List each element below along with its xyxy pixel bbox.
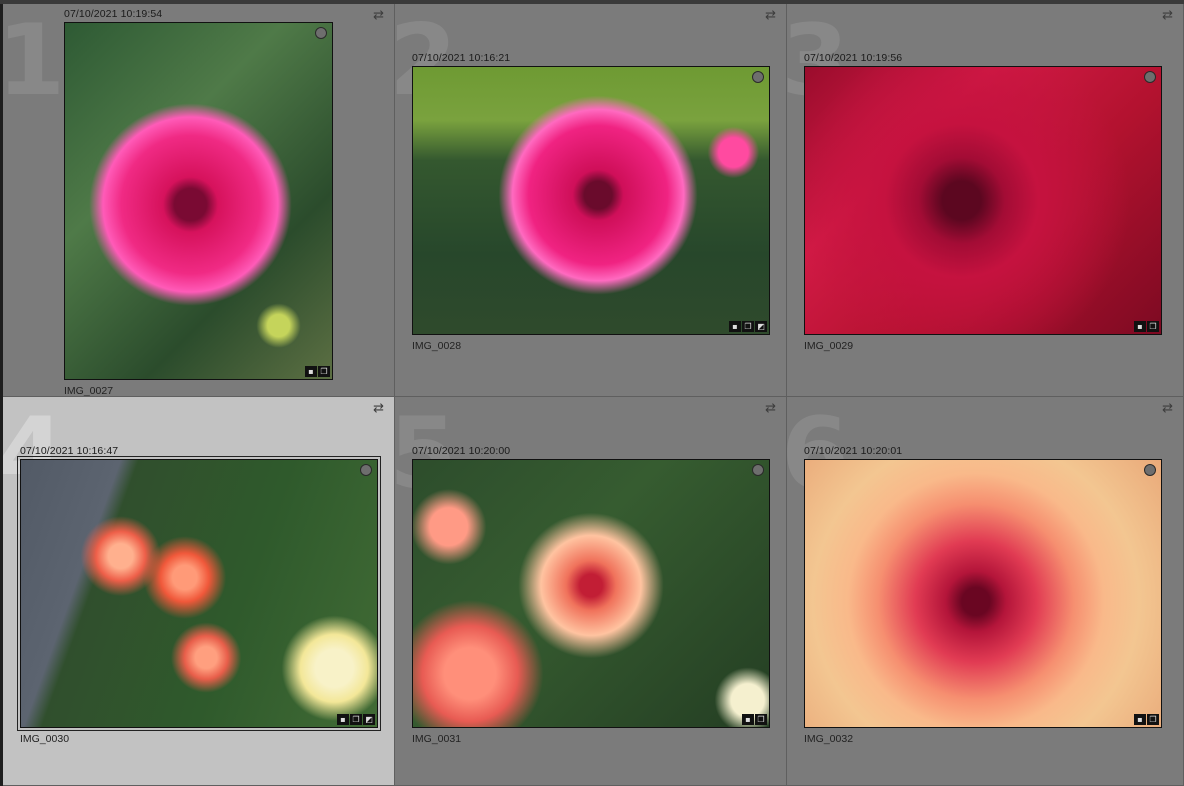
capture-timestamp: 07/10/2021 10:20:00 [412, 445, 511, 457]
capture-timestamp: 07/10/2021 10:19:54 [64, 8, 163, 20]
thumbnail-badges: ▪ ❐ [1134, 714, 1159, 725]
flag-badge-icon[interactable] [1144, 71, 1156, 83]
comment-icon[interactable]: ▪ [305, 366, 317, 377]
edited-icon[interactable]: ◩ [363, 714, 375, 725]
capture-timestamp: 07/10/2021 10:19:56 [804, 52, 903, 64]
comment-icon[interactable]: ▪ [1134, 321, 1146, 332]
stack-icon[interactable]: ❐ [318, 366, 330, 377]
file-name: IMG_0027 [64, 385, 114, 397]
file-name: IMG_0032 [804, 733, 854, 745]
photo-grid: 1 ⇄ 07/10/2021 10:19:54 ▪ ❐ IMG_0027 2 ⇄… [0, 0, 1184, 786]
capture-timestamp: 07/10/2021 10:20:01 [804, 445, 903, 457]
thumbnail-badges: ▪ ❐ [1134, 321, 1159, 332]
rotate-icon[interactable]: ⇄ [1162, 401, 1173, 416]
flag-badge-icon[interactable] [752, 71, 764, 83]
file-name: IMG_0029 [804, 340, 854, 352]
stack-icon[interactable]: ❐ [742, 321, 754, 332]
grid-cell[interactable]: 1 ⇄ 07/10/2021 10:19:54 ▪ ❐ IMG_0027 [3, 4, 395, 397]
comment-icon[interactable]: ▪ [742, 714, 754, 725]
flag-badge-icon[interactable] [752, 464, 764, 476]
stack-icon[interactable]: ❐ [755, 714, 767, 725]
flag-badge-icon[interactable] [315, 27, 327, 39]
grid-cell-selected[interactable]: 4 ⇄ 07/10/2021 10:16:47 ▪ ❐ ◩ IMG_0030 [3, 397, 395, 786]
thumbnail-badges: ▪ ❐ [305, 366, 330, 377]
rotate-icon[interactable]: ⇄ [1162, 8, 1173, 23]
comment-icon[interactable]: ▪ [729, 321, 741, 332]
capture-timestamp: 07/10/2021 10:16:21 [412, 52, 511, 64]
flag-badge-icon[interactable] [1144, 464, 1156, 476]
edited-icon[interactable]: ◩ [755, 321, 767, 332]
comment-icon[interactable]: ▪ [337, 714, 349, 725]
grid-cell[interactable]: 5 ⇄ 07/10/2021 10:20:00 ▪ ❐ IMG_0031 [395, 397, 787, 786]
file-name: IMG_0031 [412, 733, 462, 745]
stack-icon[interactable]: ❐ [350, 714, 362, 725]
thumbnail-badges: ▪ ❐ ◩ [337, 714, 375, 725]
rotate-icon[interactable]: ⇄ [373, 8, 384, 23]
grid-cell[interactable]: 6 ⇄ 07/10/2021 10:20:01 ▪ ❐ IMG_0032 [787, 397, 1184, 786]
comment-icon[interactable]: ▪ [1134, 714, 1146, 725]
flag-badge-icon[interactable] [360, 464, 372, 476]
thumbnail-image[interactable]: ▪ ❐ [64, 22, 333, 380]
stack-icon[interactable]: ❐ [1147, 321, 1159, 332]
rotate-icon[interactable]: ⇄ [373, 401, 384, 416]
thumbnail-image[interactable]: ▪ ❐ ◩ [20, 459, 378, 728]
thumbnail-image[interactable]: ▪ ❐ [804, 66, 1162, 335]
stack-icon[interactable]: ❐ [1147, 714, 1159, 725]
thumbnail-image[interactable]: ▪ ❐ ◩ [412, 66, 770, 335]
cell-index: 1 [3, 4, 65, 118]
thumbnail-image[interactable]: ▪ ❐ [412, 459, 770, 728]
grid-cell[interactable]: 3 ⇄ 07/10/2021 10:19:56 ▪ ❐ IMG_0029 [787, 4, 1184, 397]
thumbnail-image[interactable]: ▪ ❐ [804, 459, 1162, 728]
file-name: IMG_0028 [412, 340, 462, 352]
file-name: IMG_0030 [20, 733, 70, 745]
grid-cell[interactable]: 2 ⇄ 07/10/2021 10:16:21 ▪ ❐ ◩ IMG_0028 [395, 4, 787, 397]
thumbnail-badges: ▪ ❐ [742, 714, 767, 725]
rotate-icon[interactable]: ⇄ [765, 401, 776, 416]
rotate-icon[interactable]: ⇄ [765, 8, 776, 23]
thumbnail-badges: ▪ ❐ ◩ [729, 321, 767, 332]
